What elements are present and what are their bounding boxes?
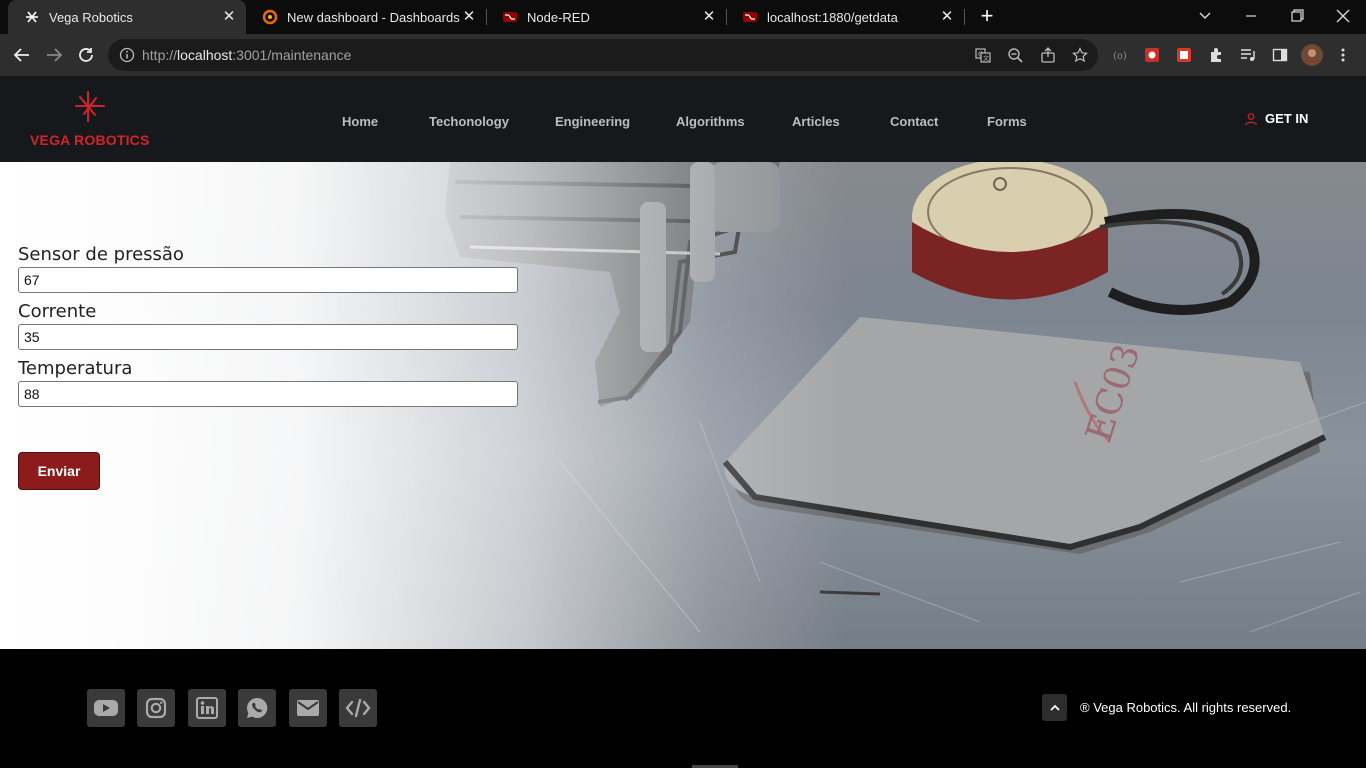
copyright-text: ® Vega Robotics. All rights reserved.	[1080, 700, 1292, 715]
url-scheme: http://	[142, 47, 178, 63]
tab-title: localhost:1880/getdata	[767, 9, 898, 25]
tab-close-icon[interactable]: ✕	[700, 8, 718, 26]
user-icon	[1244, 112, 1258, 125]
tab-node-red[interactable]: Node-RED ✕	[486, 0, 726, 34]
tab-title: Vega Robotics	[49, 9, 133, 25]
restore-icon[interactable]	[1284, 4, 1310, 28]
tab-getdata[interactable]: localhost:1880/getdata ✕	[726, 0, 964, 34]
nav-forms[interactable]: Forms	[987, 114, 1027, 129]
tab-close-icon[interactable]: ✕	[938, 8, 956, 26]
nav-techonology[interactable]: Techonology	[429, 114, 509, 129]
whatsapp-icon[interactable]	[238, 689, 276, 727]
tab-grafana[interactable]: New dashboard - Dashboards - ✕	[246, 0, 486, 34]
get-in-button[interactable]: GET IN	[1244, 111, 1308, 126]
profile-avatar-icon[interactable]	[1301, 44, 1323, 66]
temperature-label: Temperatura	[18, 358, 133, 379]
pressure-sensor-input[interactable]	[18, 267, 518, 293]
vega-star-icon	[75, 91, 105, 122]
translate-icon[interactable]: G文	[974, 46, 992, 64]
tab-vega-robotics[interactable]: Vega Robotics ✕	[8, 0, 246, 34]
scroll-to-top-button[interactable]	[1042, 694, 1067, 721]
close-window-icon[interactable]	[1330, 4, 1356, 28]
current-label: Corrente	[18, 301, 97, 322]
get-in-label: GET IN	[1265, 111, 1309, 126]
browser-tab-bar: Vega Robotics ✕ New dashboard - Dashboar…	[0, 0, 1366, 34]
site-logo[interactable]: VEGA ROBOTICS	[30, 90, 152, 150]
nav-home[interactable]: Home	[342, 114, 378, 129]
tab-close-icon[interactable]: ✕	[460, 8, 478, 26]
site-info-icon[interactable]	[119, 47, 135, 68]
submit-button[interactable]: Enviar	[18, 452, 100, 490]
email-icon[interactable]	[289, 689, 327, 727]
nav-contact[interactable]: Contact	[890, 114, 938, 129]
code-icon[interactable]	[339, 689, 377, 727]
temperature-input[interactable]	[18, 381, 518, 407]
tab-divider	[964, 9, 965, 25]
chevron-up-icon	[1049, 704, 1060, 711]
youtube-icon[interactable]	[87, 689, 125, 727]
new-tab-icon[interactable]: +	[976, 5, 998, 28]
site-footer: ® Vega Robotics. All rights reserved.	[0, 649, 1366, 768]
address-bar[interactable]: http://localhost:3001/maintenance G文	[108, 39, 1098, 71]
browser-toolbar: http://localhost:3001/maintenance G文 (o)	[0, 34, 1366, 76]
tab-search-icon[interactable]	[1192, 4, 1218, 28]
extensions-puzzle-icon[interactable]	[1207, 46, 1225, 64]
svg-text:(o): (o)	[1113, 51, 1127, 62]
linkedin-icon[interactable]	[188, 689, 226, 727]
share-icon[interactable]	[1039, 46, 1057, 64]
bookmark-star-icon[interactable]	[1071, 46, 1089, 64]
current-input[interactable]	[18, 324, 518, 350]
logo-text: VEGA ROBOTICS	[30, 132, 150, 148]
extension-red-square-icon[interactable]	[1175, 46, 1193, 64]
url-text: http://localhost:3001/maintenance	[142, 47, 351, 63]
tab-title: New dashboard - Dashboards -	[287, 9, 460, 25]
nav-articles[interactable]: Articles	[792, 114, 840, 129]
nav-engineering[interactable]: Engineering	[555, 114, 630, 129]
grafana-icon	[262, 9, 278, 25]
site-header: VEGA ROBOTICS Home Techonology Engineeri…	[0, 76, 1366, 162]
vega-logo-icon	[24, 9, 40, 25]
extension-red-icon[interactable]	[1143, 46, 1161, 64]
pressure-sensor-label: Sensor de pressão	[18, 244, 184, 265]
minimize-icon[interactable]	[1238, 4, 1264, 28]
forward-icon[interactable]	[41, 42, 67, 68]
maintenance-hero: EC03 Sensor de pressão Corrente Temperat…	[0, 162, 1366, 649]
instagram-icon[interactable]	[137, 689, 175, 727]
url-path: :3001/maintenance	[232, 47, 352, 63]
tab-title: Node-RED	[527, 9, 590, 25]
side-panel-icon[interactable]	[1271, 46, 1289, 64]
browser-menu-icon[interactable]	[1334, 46, 1352, 64]
extension-icon[interactable]: (o)	[1111, 46, 1129, 64]
zoom-out-icon[interactable]	[1006, 46, 1024, 64]
reload-icon[interactable]	[73, 42, 99, 68]
svg-text:文: 文	[983, 55, 989, 63]
node-red-icon	[502, 9, 518, 25]
node-red-icon	[742, 9, 758, 25]
url-host: localhost	[177, 47, 233, 63]
media-control-icon[interactable]	[1239, 46, 1257, 64]
nav-algorithms[interactable]: Algorithms	[676, 114, 745, 129]
back-icon[interactable]	[9, 42, 35, 68]
tab-close-icon[interactable]: ✕	[220, 8, 238, 26]
